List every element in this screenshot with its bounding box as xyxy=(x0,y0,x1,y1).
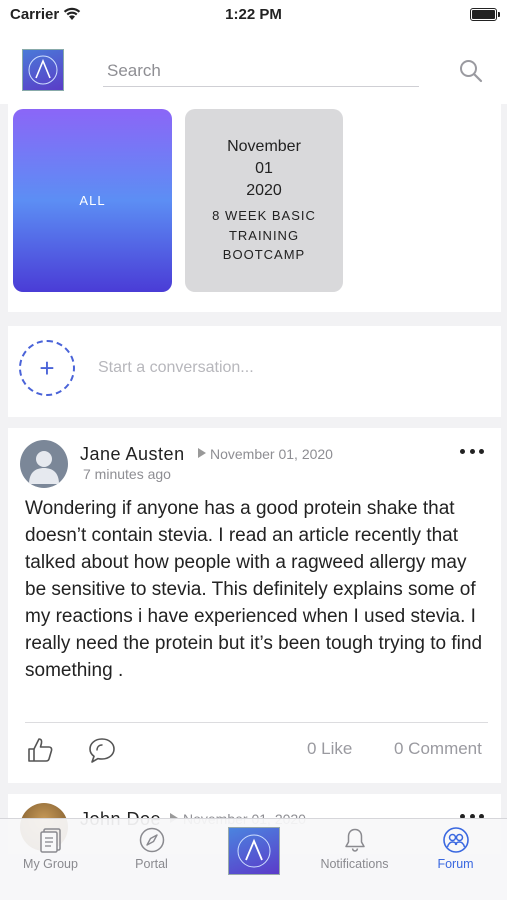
avatar[interactable] xyxy=(20,440,68,488)
category-strip: ALL November 01 2020 8 WEEK BASIC TRAINI… xyxy=(8,104,501,312)
like-icon[interactable] xyxy=(25,735,55,765)
post-author[interactable]: Jane Austen xyxy=(80,444,185,465)
event-year: 2020 xyxy=(246,182,282,200)
play-arrow-icon xyxy=(198,448,206,458)
compass-icon xyxy=(139,827,164,853)
tab-forum[interactable]: Forum xyxy=(405,819,506,900)
document-icon xyxy=(39,828,61,853)
search-input[interactable] xyxy=(103,55,419,87)
post-card: Jane Austen November 01, 2020 7 minutes … xyxy=(8,428,501,783)
comment-icon[interactable] xyxy=(87,735,117,765)
search-icon[interactable] xyxy=(458,58,484,84)
category-all-label: ALL xyxy=(79,193,106,208)
post-body: Wondering if anyone has a good protein s… xyxy=(25,498,483,681)
comment-count[interactable]: 0 Comment xyxy=(394,739,482,759)
tab-portal[interactable]: Portal xyxy=(101,819,202,900)
like-count[interactable]: 0 Like xyxy=(307,739,352,759)
bell-icon xyxy=(344,828,365,852)
tab-notifications[interactable]: Notifications xyxy=(304,819,405,900)
tab-label: Notifications xyxy=(320,857,389,871)
tab-label: Forum xyxy=(437,857,474,871)
tab-bar: My Group Portal Notifications Forum xyxy=(0,818,507,900)
status-bar: Carrier 1:22 PM xyxy=(0,0,507,30)
post-time-ago: 7 minutes ago xyxy=(83,466,171,482)
category-event[interactable]: November 01 2020 8 WEEK BASIC TRAINING B… xyxy=(185,109,343,292)
forum-icon xyxy=(442,827,469,853)
tab-my-group[interactable]: My Group xyxy=(0,819,101,900)
clock: 1:22 PM xyxy=(225,6,282,23)
app-logo[interactable] xyxy=(22,49,64,91)
more-options-icon[interactable] xyxy=(460,446,484,456)
battery-icon xyxy=(470,8,500,21)
tab-home-logo[interactable] xyxy=(228,827,280,875)
event-month: November xyxy=(227,138,301,156)
tab-label: My Group xyxy=(23,857,78,871)
tab-label: Portal xyxy=(135,857,168,871)
event-day: 01 xyxy=(255,160,273,178)
category-all[interactable]: ALL xyxy=(13,109,172,292)
event-title: 8 WEEK BASIC TRAINING BOOTCAMP xyxy=(212,208,316,263)
add-conversation-icon[interactable]: + xyxy=(19,340,75,396)
conversation-input[interactable] xyxy=(98,354,478,382)
conversation-composer: + xyxy=(8,326,501,417)
header xyxy=(0,30,507,104)
post-date: November 01, 2020 xyxy=(210,446,333,462)
divider xyxy=(25,722,488,723)
